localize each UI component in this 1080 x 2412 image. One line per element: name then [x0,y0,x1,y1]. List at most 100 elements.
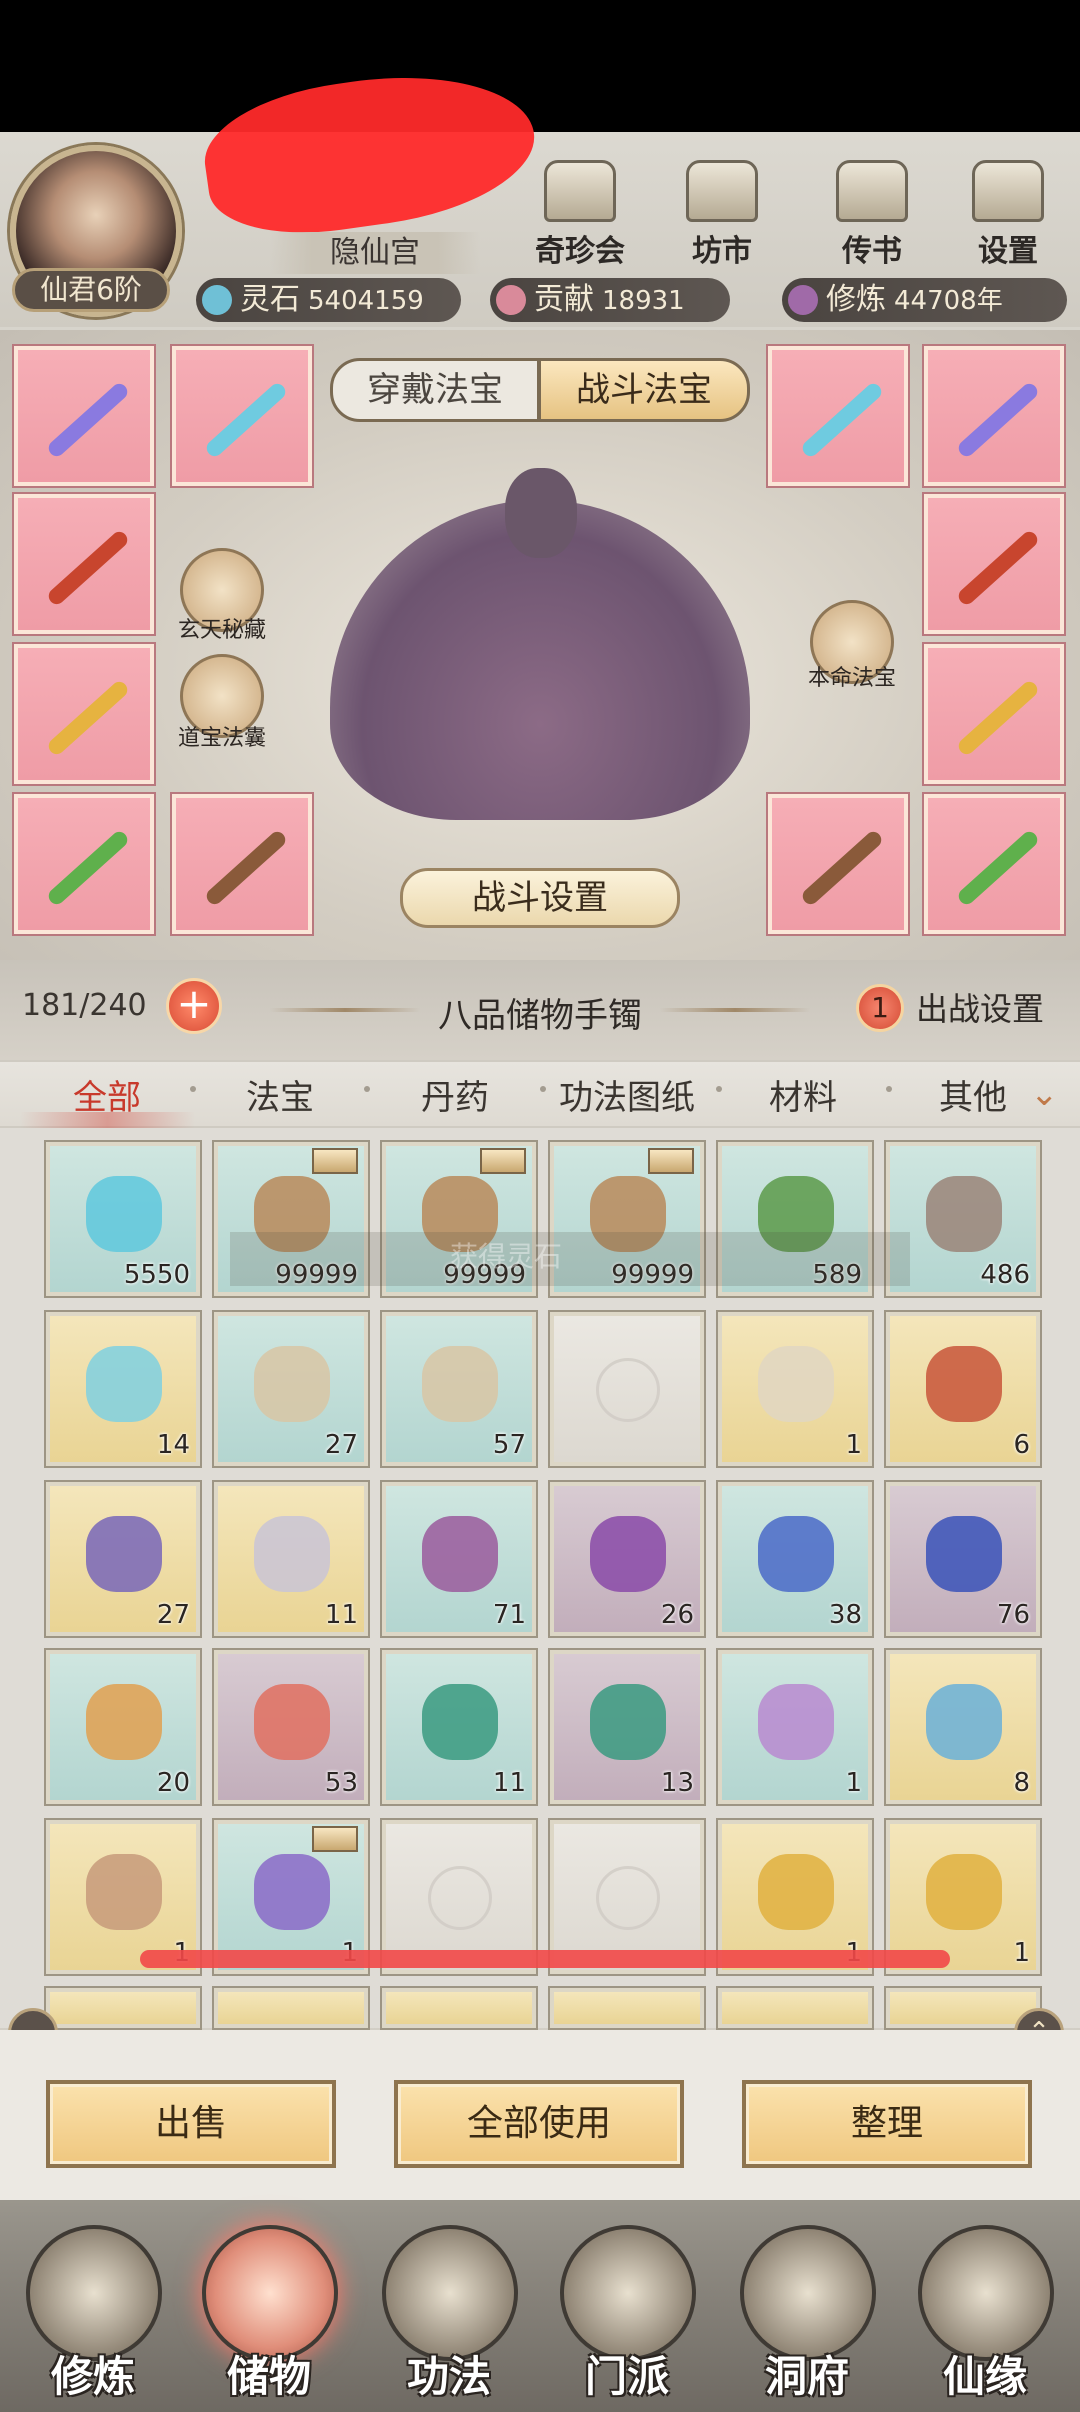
inventory-item[interactable]: 38 [718,1482,872,1636]
item-count: 8 [1013,1768,1030,1798]
artifact-slot[interactable] [924,346,1064,486]
artifact-slot[interactable] [14,794,154,934]
inventory-item[interactable]: 5550 [46,1142,200,1296]
settings-button[interactable]: 设置 [958,160,1058,280]
nav-cave[interactable]: 洞府 [732,2225,882,2405]
chevron-down-icon[interactable]: ⌄ [1030,1074,1059,1114]
market-icon [686,160,758,222]
bound-tag-icon [648,1148,694,1174]
item-icon [254,1684,330,1760]
inventory-item[interactable]: 76 [886,1482,1040,1636]
item-count: 57 [492,1430,526,1460]
tab-pills[interactable]: 丹药 [380,1070,530,1119]
item-icon [86,1346,162,1422]
item-icon [926,1684,1002,1760]
battle-settings-button[interactable]: 战斗设置 [400,868,680,928]
item-icon [422,1684,498,1760]
item-count: 76 [996,1600,1030,1630]
nav-cultivate[interactable]: 修炼 [18,2225,168,2405]
tab-battle-artifacts[interactable]: 战斗法宝 [538,358,750,422]
nav-techniques[interactable]: 功法 [374,2225,524,2405]
tab-all[interactable]: 全部 [32,1070,182,1119]
contribution-icon [496,285,526,315]
nav-storage[interactable]: 储物 [194,2225,344,2405]
inventory-item[interactable]: 8 [886,1650,1040,1804]
rank-badge: 仙君6阶 [12,268,170,312]
artifact-slot[interactable] [924,794,1064,934]
artifact-slot[interactable] [14,494,154,634]
item-count: 13 [660,1768,694,1798]
item-icon [590,1516,666,1592]
tab-others[interactable]: 其他 [898,1070,1048,1119]
inventory-item[interactable] [214,1988,368,2028]
artifact-slot[interactable] [924,494,1064,634]
sell-button[interactable]: 出售 [46,2080,336,2168]
inventory-item[interactable]: 71 [382,1482,536,1636]
use-all-button[interactable]: 全部使用 [394,2080,684,2168]
inventory-item[interactable]: 53 [214,1650,368,1804]
deploy-settings-button[interactable]: 出战设置 [916,984,1044,1030]
item-icon [758,1346,834,1422]
inventory-item[interactable]: 57 [382,1312,536,1466]
inventory-item[interactable]: 1 [718,1650,872,1804]
nav-sect[interactable]: 门派 [552,2225,702,2405]
inventory-item[interactable]: 27 [46,1482,200,1636]
inventory-item[interactable]: 11 [382,1650,536,1804]
empty-slot[interactable] [550,1312,704,1466]
item-icon [254,1854,330,1930]
item-icon [86,1516,162,1592]
tab-techniques[interactable]: 功法图纸 [532,1070,722,1119]
inventory-item[interactable]: 1 [718,1312,872,1466]
item-count: 5550 [123,1260,190,1290]
yin-yang-icon [428,1866,492,1930]
item-count: 11 [492,1768,526,1798]
item-icon [86,1854,162,1930]
treasure-pavilion-button[interactable]: 奇珍会 [530,160,630,280]
inventory-item[interactable]: 13 [550,1650,704,1804]
tab-worn-artifacts[interactable]: 穿戴法宝 [330,358,540,422]
expand-storage-button[interactable]: + [166,978,222,1034]
inventory-item[interactable] [550,1988,704,2028]
inventory-item[interactable]: 20 [46,1650,200,1804]
item-icon [758,1684,834,1760]
market-button[interactable]: 坊市 [672,160,772,280]
artifact-slot[interactable] [924,644,1064,784]
inventory-item[interactable]: 14 [46,1312,200,1466]
artifact-slot[interactable] [172,346,312,486]
treasure-pavilion-icon [544,160,616,222]
item-icon [926,1854,1002,1930]
inventory-item[interactable] [718,1988,872,2028]
sect-gate-icon [560,2225,696,2361]
cave-dwelling-icon [740,2225,876,2361]
tab-materials[interactable]: 材料 [728,1070,878,1119]
inventory-item[interactable] [46,1988,200,2028]
artifact-slot[interactable] [14,346,154,486]
item-icon [758,1516,834,1592]
spirit-stone-resource: 灵石 5404159 [196,278,461,322]
inventory-item[interactable] [382,1988,536,2028]
inventory-item[interactable]: 27 [214,1312,368,1466]
bound-tag-icon [480,1148,526,1174]
letter-button[interactable]: 传书 [822,160,922,280]
item-icon [590,1684,666,1760]
tab-artifacts[interactable]: 法宝 [205,1070,355,1119]
scroll-letter-icon [836,160,908,222]
item-count: 71 [492,1600,526,1630]
inventory-item[interactable]: 26 [550,1482,704,1636]
immortal-fate-icon [918,2225,1054,2361]
nav-fate[interactable]: 仙缘 [910,2225,1060,2405]
toast-text: 获得灵石 [450,1240,563,1273]
sort-button[interactable]: 整理 [742,2080,1032,2168]
inventory-item[interactable]: 6 [886,1312,1040,1466]
artifact-slot[interactable] [14,644,154,784]
mystic-vault-label: 玄天秘藏 [177,618,266,643]
item-icon [254,1516,330,1592]
artifact-slot[interactable] [768,794,908,934]
contribution-resource: 贡献 18931 [490,278,730,322]
artifact-slot[interactable] [172,794,312,934]
redaction-line [140,1950,950,1968]
item-count: 38 [828,1600,862,1630]
yin-yang-icon [596,1866,660,1930]
inventory-item[interactable]: 11 [214,1482,368,1636]
artifact-slot[interactable] [768,346,908,486]
